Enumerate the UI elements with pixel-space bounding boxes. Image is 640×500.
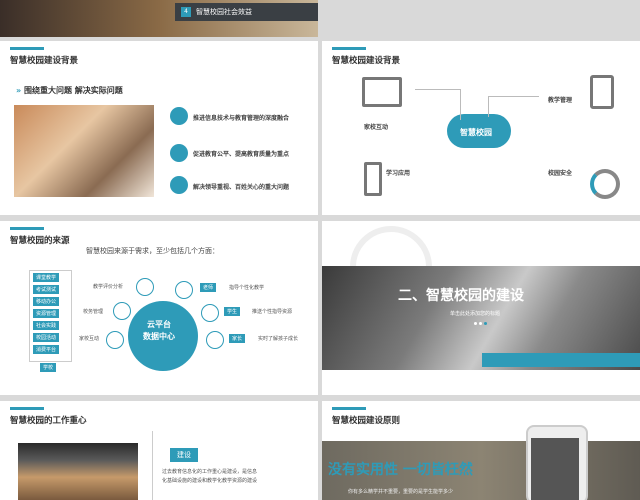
double-chevron-icon: »: [16, 86, 22, 95]
connector-right: [488, 96, 539, 117]
doc-icon: [136, 278, 154, 296]
accent-bar: [332, 407, 366, 410]
slide-title: 智慧校园的工作重心: [10, 416, 87, 426]
center-line-1: 云平台: [147, 320, 171, 329]
connector-left: [415, 89, 461, 120]
school-tag: 学校: [40, 363, 57, 372]
left-label-1: 教学评价分析: [93, 284, 124, 290]
kids-photo: [14, 105, 154, 197]
slide-4[interactable]: 智慧校园的来源 智慧校园来源于需求，至少包括几个方面： 课堂教学 考试测试 移动…: [0, 221, 318, 395]
menu-item[interactable]: 考试测试: [33, 285, 60, 294]
pager-dot[interactable]: [484, 322, 487, 325]
slide-title: 智慧校园的来源: [10, 236, 70, 246]
tag-build: 建设: [170, 448, 198, 462]
slide-title: 智慧校园建设背景: [332, 56, 401, 66]
tablet-icon: [590, 75, 614, 109]
slide-title: 智慧校园建设背景: [10, 56, 79, 66]
slide-3[interactable]: 智慧校园建设背景 家校互动 教学管理 智慧校园 学习应用 校园安全: [322, 41, 640, 215]
right-text-1: 指导个性化教学: [229, 285, 265, 291]
student-icon: [201, 304, 219, 322]
slide-title: 智慧校园建设原则: [332, 416, 401, 426]
monitor-icon: [362, 77, 402, 107]
slide-5[interactable]: 二、智慧校园的建设 单击此处添加您的标题: [322, 221, 640, 395]
pager-dot[interactable]: [479, 322, 482, 325]
slide-2[interactable]: 智慧校园建设背景 » 围绕重大问题 解决实际问题 推进信息技术与教育管理的深度融…: [0, 41, 318, 215]
slide-number: 4: [181, 7, 191, 17]
slide-6[interactable]: 智慧校园的工作重心 建设 过去教育信息化的工作重心是建设，是信息 化基础设施的建…: [0, 401, 318, 500]
point-3: 解决领导重视、百姓关心的重大问题: [193, 184, 290, 191]
section-heading: » 围绕重大问题 解决实际问题: [16, 85, 123, 96]
pager-dot[interactable]: [474, 322, 477, 325]
menu-item[interactable]: 课堂教学: [33, 273, 60, 282]
left-label-3: 家校互动: [79, 336, 100, 342]
section-subtitle: 单击此处添加您的标题: [450, 311, 501, 317]
menu-item[interactable]: 资源管理: [33, 309, 60, 318]
accent-bar: [10, 407, 44, 410]
teacher-icon: [175, 281, 193, 299]
slide-7[interactable]: 智慧校园建设原则 没有实用性 一切皆枉然 你有多么精学并不重要，重要的是学生能学…: [322, 401, 640, 500]
right-text-2: 推送个性指导资源: [252, 309, 293, 315]
person-icon: [106, 331, 124, 349]
text-line-1: 过去教育信息化的工作重心是建设，是信息: [162, 469, 258, 475]
slide-subtitle: 智慧校园来源于需求，至少包括几个方面：: [86, 247, 219, 255]
headline: 没有实用性 一切皆枉然: [328, 462, 473, 478]
bottom-band: [482, 353, 640, 367]
ring-icon: [590, 169, 620, 199]
tag-parent: 家长: [229, 334, 246, 343]
label-study: 学习应用: [386, 170, 411, 177]
divider-line: [152, 431, 153, 500]
center-line-2: 数据中心: [143, 332, 175, 341]
tag-teacher: 老师: [200, 283, 217, 292]
accent-bar: [10, 47, 44, 50]
accent-bar: [332, 47, 366, 50]
phone-icon: [364, 162, 382, 196]
right-text-3: 实时了解孩子成长: [258, 336, 299, 342]
classroom-photo: [18, 443, 138, 500]
accent-bar: [10, 227, 44, 230]
cloud-label: 智慧校园: [460, 128, 492, 137]
share-icon: [170, 107, 188, 125]
headline-sub: 你有多么精学并不重要，重要的是学生能学多少: [348, 489, 454, 495]
menu-item[interactable]: 移动办公: [33, 297, 60, 306]
pager-dots[interactable]: [474, 322, 487, 326]
point-2: 促进教育公平、提高教育质量为重点: [193, 151, 290, 158]
slide-1[interactable]: 4 智慧校园社会效益: [0, 0, 318, 37]
slide-1-title: 智慧校园社会效益: [196, 8, 252, 16]
point-1: 推进信息技术与教育管理的深度融合: [193, 115, 290, 122]
tag-student: 学生: [224, 307, 241, 316]
label-home: 家校互动: [364, 124, 389, 131]
menu-item[interactable]: 校园活动: [33, 333, 60, 342]
left-label-2: 校务管理: [83, 309, 104, 315]
label-teach: 教学管理: [548, 97, 573, 104]
chart-icon: [113, 302, 131, 320]
phone-screen: [531, 438, 579, 500]
menu-item[interactable]: 社会实践: [33, 321, 60, 330]
chevron-right-icon: [170, 144, 188, 162]
heading-text: 围绕重大问题 解决实际问题: [23, 86, 123, 95]
section-title: 二、智慧校园的建设: [398, 288, 524, 304]
dollar-icon: [206, 331, 224, 349]
label-safe: 校园安全: [548, 170, 573, 177]
text-line-2: 化基础设施的建设和教学化教学资源的建设: [162, 478, 258, 484]
gear-icon: [170, 176, 188, 194]
menu-item[interactable]: 消费平台: [33, 345, 60, 354]
